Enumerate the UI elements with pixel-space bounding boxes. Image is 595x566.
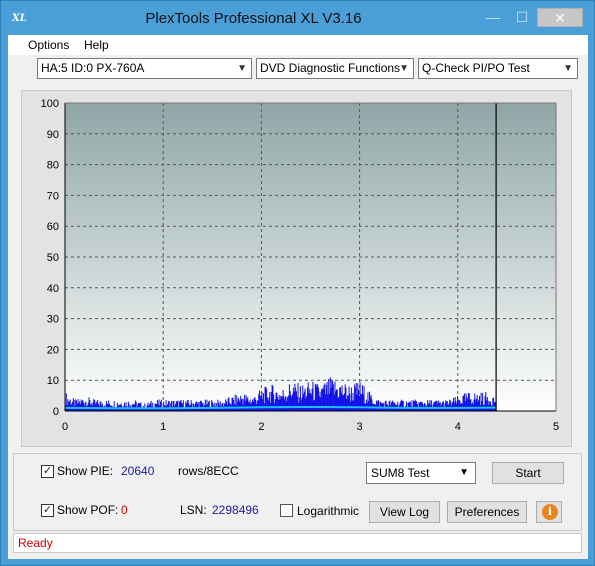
chevron-down-icon: ▼	[563, 63, 573, 74]
function-select-value: DVD Diagnostic Functions	[260, 61, 401, 75]
start-button[interactable]: Start	[492, 462, 564, 484]
logarithmic-label: Logarithmic	[297, 504, 360, 518]
close-icon[interactable]: ✕	[537, 8, 583, 27]
logarithmic-checkbox[interactable]	[280, 504, 293, 517]
x-tick-label: 4	[455, 421, 461, 433]
menu-options[interactable]: Options	[28, 38, 69, 52]
selector-bar: HA:5 ID:0 PX-760A ▼ DVD Diagnostic Funct…	[8, 55, 588, 83]
test-select-value: Q-Check PI/PO Test	[422, 61, 530, 75]
show-poe-checkbox[interactable]: ✓	[41, 504, 54, 517]
chevron-down-icon: ▼	[237, 63, 247, 74]
preferences-button[interactable]: Preferences	[447, 501, 527, 523]
pi-po-chart: 0 10 20 30 40 50 60 70 80 90 100 0 1 2 3 4 5	[41, 98, 559, 433]
y-tick-label: 70	[47, 190, 59, 202]
sum8-test-value: SUM8 Test	[371, 466, 430, 480]
chart-panel: 0 10 20 30 40 50 60 70 80 90 100 0 1 2 3 4 5	[21, 90, 572, 447]
menu-help[interactable]: Help	[84, 38, 109, 52]
x-tick-label: 5	[553, 421, 559, 433]
y-tick-label: 20	[47, 344, 59, 356]
app-window: XL PlexTools Professional XL V3.16 — ☐ ✕…	[0, 0, 595, 566]
y-tick-label: 100	[41, 98, 59, 110]
status-text: Ready	[18, 536, 53, 550]
title-bar: XL PlexTools Professional XL V3.16 — ☐ ✕	[1, 1, 594, 35]
client-area: Options Help HA:5 ID:0 PX-760A ▼ DVD Dia…	[8, 35, 588, 559]
y-tick-label: 30	[47, 314, 59, 326]
x-tick-label: 1	[160, 421, 166, 433]
controls-panel: ✓ Show PIE: 20640 rows/8ECC SUM8 Test ▼ …	[13, 453, 582, 531]
drive-select[interactable]: HA:5 ID:0 PX-760A ▼	[37, 58, 252, 79]
info-icon: i	[542, 504, 558, 520]
y-tick-label: 50	[47, 252, 59, 264]
pie-value: 20640	[121, 464, 155, 478]
lsn-label: LSN:	[180, 503, 207, 517]
y-tick-label: 90	[47, 129, 59, 141]
test-select[interactable]: Q-Check PI/PO Test ▼	[418, 58, 578, 79]
y-tick-label: 60	[47, 221, 59, 233]
rows-label: rows/8ECC	[178, 464, 239, 478]
chevron-down-icon: ▼	[459, 467, 469, 478]
function-select[interactable]: DVD Diagnostic Functions ▼	[256, 58, 414, 79]
y-tick-label: 10	[47, 375, 59, 387]
show-poe-label: Show POF:	[57, 503, 119, 517]
menu-bar: Options Help	[8, 35, 588, 55]
show-pie-label: Show PIE:	[57, 464, 114, 478]
sum8-test-select[interactable]: SUM8 Test ▼	[366, 462, 476, 484]
info-button[interactable]: i	[536, 501, 562, 523]
maximize-icon[interactable]: ☐	[507, 8, 537, 27]
y-tick-label: 40	[47, 283, 59, 295]
window-title: PlexTools Professional XL V3.16	[145, 10, 362, 27]
x-tick-label: 0	[62, 421, 68, 433]
view-log-button[interactable]: View Log	[369, 501, 440, 523]
minimize-icon[interactable]: —	[478, 8, 508, 27]
drive-select-value: HA:5 ID:0 PX-760A	[41, 61, 145, 75]
y-tick-label: 0	[53, 406, 59, 418]
x-tick-label: 3	[357, 421, 363, 433]
status-bar: Ready	[13, 533, 582, 553]
y-tick-label: 80	[47, 160, 59, 172]
show-pie-checkbox[interactable]: ✓	[41, 465, 54, 478]
x-tick-label: 2	[258, 421, 264, 433]
poe-value: 0	[121, 503, 128, 517]
lsn-value: 2298496	[212, 503, 259, 517]
chevron-down-icon: ▼	[399, 63, 409, 74]
